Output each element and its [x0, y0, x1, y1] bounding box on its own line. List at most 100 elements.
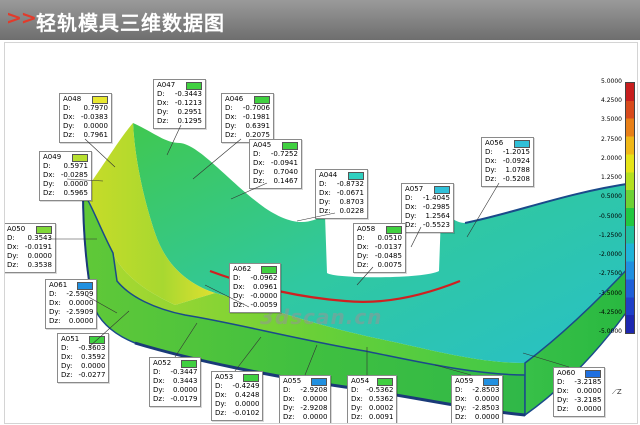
value-dy: 0.2951	[177, 108, 202, 116]
callout-A046[interactable]: A046 D: -0.7006 Dx: -0.1981 Dy: 0.6391 Dz: 0…	[221, 93, 274, 143]
color-swatch	[91, 95, 108, 104]
value-d: -2.5909	[66, 290, 94, 298]
callout-id: A054	[351, 377, 370, 385]
scale-tick-label: -2.7500	[598, 270, 622, 278]
callout-A057[interactable]: A057 D: -1.4045 Dx: -0.2985 Dy: 1.2564 Dz: -…	[401, 183, 454, 233]
color-swatch	[185, 81, 202, 90]
value-d: -0.5362	[366, 386, 394, 394]
callout-id: A059	[455, 377, 474, 385]
value-dx: -0.0671	[336, 189, 364, 197]
3d-viewport[interactable]: 3dscan.cn A047 D: -0.3443 Dx: -0.1213 Dy: 0…	[4, 42, 638, 424]
callout-A050[interactable]: A050 D: 0.3543 Dx: -0.0191 Dy: 0.0000 Dz: 0.…	[5, 223, 56, 273]
color-swatch	[181, 359, 198, 368]
value-dy: -0.0485	[374, 252, 402, 260]
callout-A061[interactable]: A061 D: -2.5909 Dx: 0.0000 Dy: -2.5909 Dz: 0…	[45, 279, 98, 329]
callout-A055[interactable]: A055 D: -2.9208 Dx: 0.0000 Dy: -2.9208 Dz: 0…	[279, 375, 332, 423]
value-dx: -0.0137	[374, 243, 402, 251]
value-dz: 0.0000	[474, 413, 500, 421]
callout-id: A052	[153, 359, 172, 367]
callout-A056[interactable]: A056 D: -1.2015 Dx: -0.0924 Dy: 1.0788 Dz: -…	[481, 137, 534, 187]
color-swatch	[35, 225, 52, 234]
callout-A059[interactable]: A059 D: -2.8503 Dx: 0.0000 Dy: -2.8503 Dz: 0…	[451, 375, 504, 423]
value-dx: 0.3443	[172, 377, 198, 385]
color-swatch	[483, 377, 500, 386]
callout-id: A056	[485, 139, 504, 147]
color-swatch	[347, 171, 364, 180]
callout-A048[interactable]: A048 D: 0.7970 Dx: -0.0383 Dy: 0.0000 Dz: 0.…	[59, 93, 112, 143]
color-scale-bar	[625, 82, 635, 334]
callout-A062[interactable]: A062 D: -0.0962 Dx: 0.0961 Dy: -0.0000 Dz: -…	[229, 263, 282, 313]
value-dx: 0.3592	[80, 353, 106, 361]
callout-id: A057	[405, 185, 424, 193]
callout-id: A055	[283, 377, 302, 385]
value-d: -3.2185	[574, 378, 602, 386]
value-dy: 0.8703	[339, 198, 364, 206]
callout-id: A058	[357, 225, 376, 233]
value-d: -0.7006	[242, 104, 270, 112]
value-d: 0.7970	[83, 104, 108, 112]
callout-A053[interactable]: A053 D: -0.4249 Dx: 0.4248 Dy: 0.0000 Dz: -0…	[211, 371, 264, 421]
callout-A054[interactable]: A054 D: -0.5362 Dx: 0.5362 Dy: 0.0002 Dz: 0.…	[347, 375, 398, 423]
callout-id: A045	[253, 141, 272, 149]
value-dx: 0.4248	[234, 391, 260, 399]
axis-triad-icon: ⟋Z	[612, 388, 622, 396]
value-dz: 0.0000	[68, 317, 94, 325]
callout-id: A060	[557, 369, 576, 377]
value-dx: -0.2985	[422, 203, 450, 211]
color-swatch	[253, 95, 270, 104]
callout-id: A049	[43, 153, 62, 161]
color-swatch	[261, 265, 278, 274]
value-dz: -0.0179	[170, 395, 198, 403]
value-d: -0.8732	[336, 180, 364, 188]
callout-A045[interactable]: A045 D: -0.7252 Dx: -0.0941 Dy: 0.7040 Dz: 0…	[249, 139, 302, 189]
value-dy: 0.0000	[83, 122, 108, 130]
value-d: -0.0962	[250, 274, 278, 282]
callout-id: A051	[61, 335, 80, 343]
color-swatch	[433, 185, 450, 194]
callout-A044[interactable]: A044 D: -0.8732 Dx: -0.0671 Dy: 0.8703 Dz: 0…	[315, 169, 368, 219]
callout-id: A046	[225, 95, 244, 103]
callout-A049[interactable]: A049 D: 0.5971 Dx: -0.0285 Dy: 0.0000 Dz: 0.…	[39, 151, 92, 201]
color-swatch	[377, 377, 394, 386]
value-dx: 0.5362	[368, 395, 394, 403]
value-dy: 0.0000	[27, 252, 52, 260]
callout-A060[interactable]: A060 D: -3.2185 Dx: 0.0000 Dy: -3.2185 Dz: 0…	[553, 367, 606, 417]
color-swatch	[311, 377, 328, 386]
callout-A058[interactable]: A058 D: 0.0510 Dx: -0.0137 Dy: -0.0485 Dz: 0…	[353, 223, 406, 273]
value-dz: 0.0000	[302, 413, 328, 421]
value-dy: -2.9208	[300, 404, 328, 412]
value-dx: -0.0383	[80, 113, 108, 121]
value-dx: 0.0961	[252, 283, 278, 291]
value-dx: 0.0000	[302, 395, 328, 403]
value-dy: 1.0788	[505, 166, 530, 174]
value-dz: 0.0075	[377, 261, 402, 269]
value-dx: -0.1213	[174, 99, 202, 107]
value-dy: 0.6391	[245, 122, 270, 130]
value-dz: -0.5523	[422, 221, 450, 229]
color-swatch	[585, 369, 602, 378]
callout-A047[interactable]: A047 D: -0.3443 Dx: -0.1213 Dy: 0.2951 Dz: 0…	[153, 79, 206, 129]
value-d: -0.3603	[78, 344, 106, 352]
scale-tick-label: 4.2500	[601, 97, 622, 105]
value-dz: 0.0091	[368, 413, 394, 421]
value-dy: 0.0000	[80, 362, 106, 370]
callout-A051[interactable]: A051 D: -0.3603 Dx: 0.3592 Dy: 0.0000 Dz: -0…	[57, 333, 110, 383]
scale-tick-label: 1.2500	[601, 174, 622, 182]
value-dx: 0.0000	[68, 299, 94, 307]
color-swatch	[243, 373, 260, 382]
value-dz: -0.5208	[502, 175, 530, 183]
scale-tick-label: -2.0000	[598, 251, 622, 259]
value-dz: 0.3538	[27, 261, 52, 269]
color-swatch	[281, 141, 298, 150]
value-dx: -0.0191	[24, 243, 52, 251]
value-dy: 0.0000	[63, 180, 88, 188]
color-swatch	[385, 225, 402, 234]
value-dx: -0.0941	[270, 159, 298, 167]
value-d: 0.5971	[63, 162, 88, 170]
callout-id: A061	[49, 281, 68, 289]
value-dx: -0.1981	[242, 113, 270, 121]
value-d: 0.0510	[377, 234, 402, 242]
scale-tick-label: 3.5000	[601, 116, 622, 124]
callout-A052[interactable]: A052 D: -0.3447 Dx: 0.3443 Dy: 0.0000 Dz: -0…	[149, 357, 202, 407]
value-d: -1.4045	[422, 194, 450, 202]
